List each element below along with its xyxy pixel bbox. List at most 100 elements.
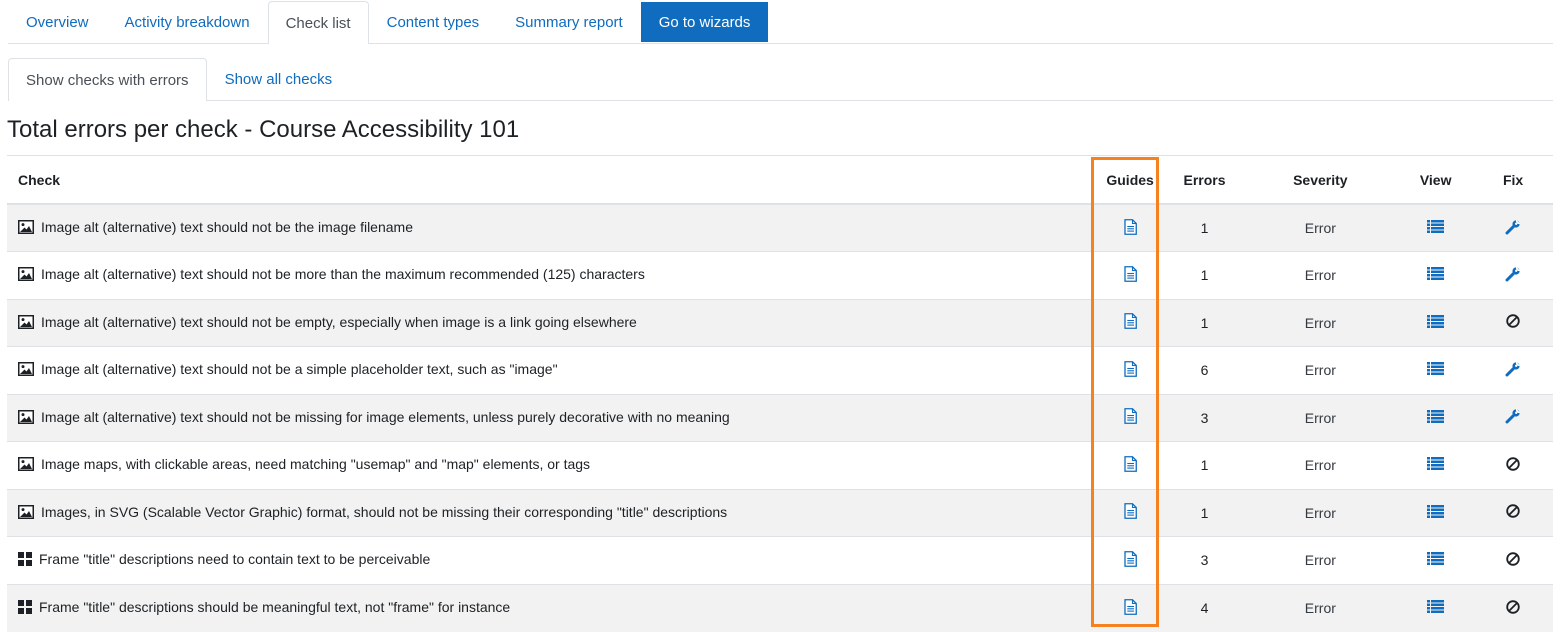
ban-icon [1506, 457, 1520, 474]
errors-cell: 1 [1166, 203, 1243, 252]
guides-cell [1093, 346, 1167, 394]
guide-document-icon[interactable] [1123, 313, 1137, 332]
check-cell: Image alt (alternative) text should not … [7, 251, 1094, 299]
tab-check-list[interactable]: Check list [267, 1, 369, 44]
image-icon [18, 267, 34, 284]
tab-show-all-checks[interactable]: Show all checks [207, 58, 351, 100]
fix-cell [1473, 583, 1553, 632]
check-label: Image alt (alternative) text should not … [41, 408, 730, 425]
view-cell [1398, 583, 1474, 632]
check-cell: Image maps, with clickable areas, need m… [7, 441, 1094, 489]
fix-cell [1473, 203, 1553, 252]
frame-icon [18, 552, 32, 569]
guide-document-icon[interactable] [1123, 218, 1137, 238]
header-guides: Guides [1093, 155, 1167, 205]
errors-cell: 3 [1166, 536, 1243, 584]
table-row: Image alt (alternative) text should not … [7, 298, 1553, 347]
header-view: View [1398, 155, 1474, 205]
image-icon [18, 457, 34, 474]
check-label: Image alt (alternative) text should not … [41, 266, 645, 283]
check-label: Image alt (alternative) text should not … [41, 313, 637, 330]
check-cell: Image alt (alternative) text should not … [7, 298, 1094, 347]
errors-cell: 1 [1166, 441, 1243, 489]
image-icon [18, 362, 34, 379]
fix-cell [1473, 298, 1553, 347]
ban-icon [1506, 599, 1520, 617]
go-to-wizards-button[interactable]: Go to wizards [640, 2, 769, 42]
table-row: Images, in SVG (Scalable Vector Graphic)… [7, 488, 1553, 537]
table-row: Frame "title" descriptions need to conta… [7, 536, 1553, 584]
wrench-icon[interactable] [1505, 219, 1521, 238]
check-label: Images, in SVG (Scalable Vector Graphic)… [41, 503, 728, 520]
view-cell [1398, 298, 1474, 347]
table-row: Image alt (alternative) text should not … [7, 203, 1553, 252]
check-cell: Frame "title" descriptions should be mea… [7, 583, 1094, 632]
view-list-icon[interactable] [1427, 314, 1445, 331]
check-label: Image alt (alternative) text should not … [41, 219, 413, 235]
errors-cell: 1 [1166, 251, 1243, 299]
errors-cell: 4 [1166, 583, 1243, 632]
check-cell: Image alt (alternative) text should not … [7, 346, 1094, 394]
tab-content-types[interactable]: Content types [369, 1, 498, 43]
table-header-row: Check Guides Errors Severity View Fix [7, 155, 1553, 205]
guides-cell [1093, 298, 1167, 347]
wrench-icon[interactable] [1505, 266, 1521, 285]
check-cell: Image alt (alternative) text should not … [7, 393, 1094, 442]
view-list-icon[interactable] [1427, 267, 1445, 283]
guide-document-icon[interactable] [1123, 360, 1137, 380]
guide-document-icon[interactable] [1123, 265, 1137, 285]
severity-cell: Error [1242, 346, 1399, 394]
tab-summary-report[interactable]: Summary report [497, 1, 641, 43]
check-cell: Image alt (alternative) text should not … [7, 203, 1094, 252]
view-list-icon[interactable] [1427, 600, 1445, 616]
view-list-icon[interactable] [1427, 552, 1445, 568]
tab-overview[interactable]: Overview [8, 1, 107, 43]
header-errors: Errors [1166, 155, 1243, 205]
guides-cell [1093, 488, 1167, 537]
table-row: Image alt (alternative) text should not … [7, 346, 1553, 394]
table-row: Image alt (alternative) text should not … [7, 393, 1553, 442]
errors-cell: 1 [1166, 298, 1243, 347]
severity-cell: Error [1242, 298, 1399, 347]
view-list-icon[interactable] [1427, 457, 1445, 473]
check-label: Frame "title" descriptions need to conta… [39, 551, 431, 568]
guides-cell [1093, 251, 1167, 299]
view-cell [1398, 488, 1474, 537]
header-severity: Severity [1242, 155, 1399, 205]
check-label: Image alt (alternative) text should not … [41, 361, 558, 378]
fix-cell [1473, 251, 1553, 299]
ban-icon [1506, 552, 1520, 569]
wrench-icon[interactable] [1505, 408, 1521, 427]
severity-cell: Error [1242, 251, 1399, 299]
view-list-icon[interactable] [1427, 362, 1445, 378]
tab-activity-breakdown[interactable]: Activity breakdown [107, 1, 268, 43]
tab-show-checks-with-errors[interactable]: Show checks with errors [8, 58, 207, 101]
guide-document-icon[interactable] [1123, 503, 1137, 522]
check-cell: Images, in SVG (Scalable Vector Graphic)… [7, 488, 1094, 537]
severity-cell: Error [1242, 441, 1399, 489]
view-cell [1398, 203, 1474, 252]
wrench-icon[interactable] [1505, 361, 1521, 380]
guide-document-icon[interactable] [1123, 550, 1137, 570]
view-list-icon[interactable] [1427, 220, 1445, 236]
table-row: Frame "title" descriptions should be mea… [7, 583, 1553, 632]
guides-cell [1093, 583, 1167, 632]
view-list-icon[interactable] [1427, 409, 1445, 426]
fix-cell [1473, 441, 1553, 489]
guide-document-icon[interactable] [1123, 408, 1137, 427]
errors-cell: 3 [1166, 393, 1243, 442]
guides-cell [1093, 536, 1167, 584]
guide-document-icon[interactable] [1123, 598, 1137, 618]
severity-cell: Error [1242, 393, 1399, 442]
view-cell [1398, 346, 1474, 394]
severity-cell: Error [1242, 203, 1399, 252]
ban-icon [1506, 314, 1520, 331]
image-icon [18, 220, 34, 237]
errors-cell: 6 [1166, 346, 1243, 394]
guide-document-icon[interactable] [1123, 455, 1137, 475]
view-list-icon[interactable] [1427, 504, 1445, 521]
main-tabs: Overview Activity breakdown Check list C… [8, 0, 1553, 44]
fix-cell [1473, 536, 1553, 584]
checks-table: Check Guides Errors Severity View Fix Im… [7, 155, 1553, 632]
check-label: Frame "title" descriptions should be mea… [39, 599, 511, 615]
